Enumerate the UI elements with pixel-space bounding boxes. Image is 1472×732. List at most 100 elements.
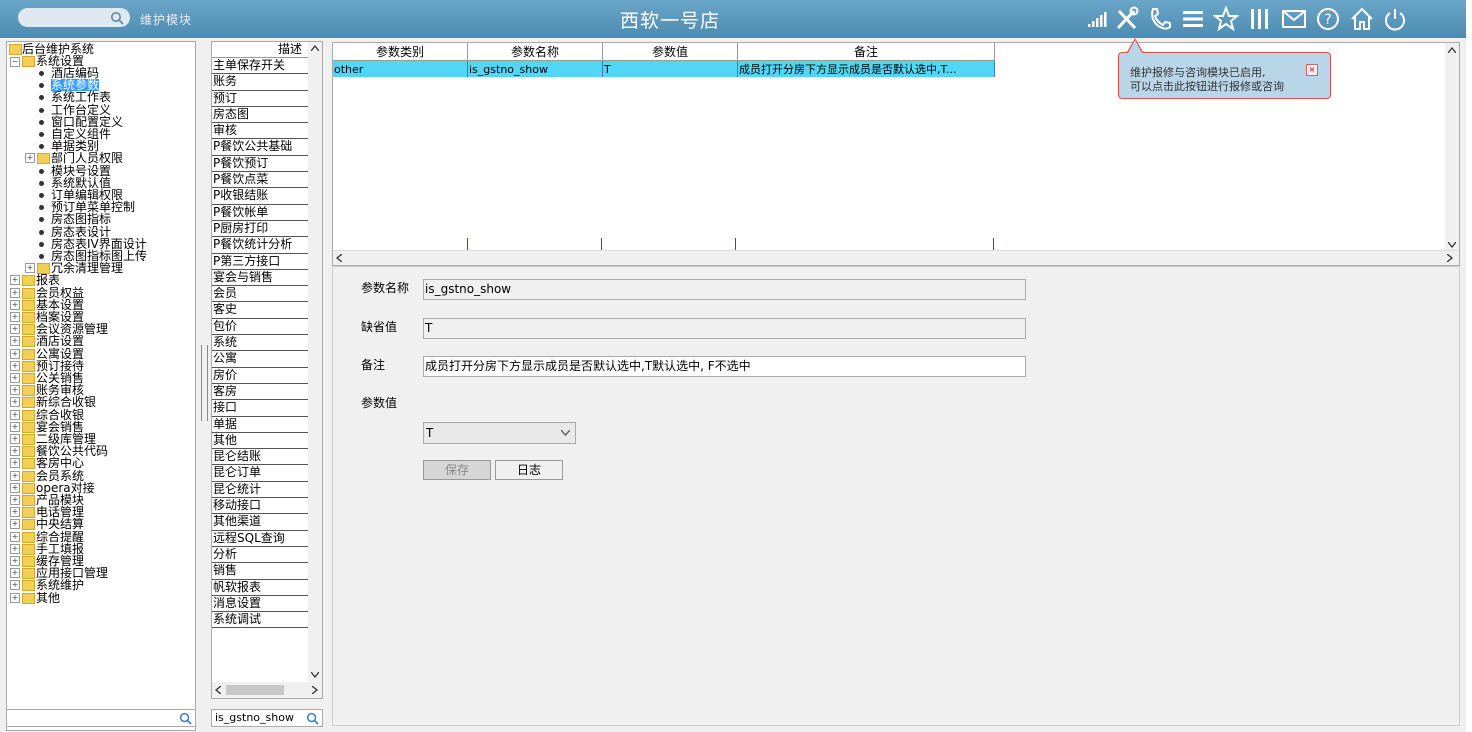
cell-value[interactable]: T [602,60,738,77]
list-item[interactable]: 移动接口 [212,498,309,515]
list-item[interactable]: 公寓 [212,351,309,368]
list-item[interactable]: P餐饮统计分析 [212,237,309,254]
list-item[interactable]: 系统 [212,335,309,352]
tree-item-top[interactable]: 会议资源管理 [36,323,108,335]
module-tree[interactable]: 后台维护系统 − 系统设置 酒店编码 系统参数 系统工作表 工作台定义 窗口配置定义 自定… [6,41,196,731]
list-item[interactable]: 房价 [212,368,309,384]
expand-icon[interactable]: + [10,580,20,591]
expand-icon[interactable]: + [10,397,20,408]
tree-item[interactable]: 房态表IV界面设计 [51,238,147,250]
desc-horizontal-scrollbar[interactable] [212,682,322,698]
list-item[interactable]: 其他渠道 [212,514,309,531]
expand-icon[interactable]: + [10,507,20,518]
expand-icon[interactable]: + [10,592,20,603]
list-item[interactable]: 系统调试 [212,612,309,629]
cell-name[interactable]: is_gstno_show [467,60,603,77]
list-item[interactable]: P餐饮点菜 [212,172,309,189]
save-button[interactable]: 保存 [423,460,491,480]
list-item[interactable]: 审核 [212,123,309,140]
tree-item-top[interactable]: 公寓设置 [36,348,84,360]
tree-item-top[interactable]: opera对接 [36,482,95,494]
list-item[interactable]: 昆仑统计 [212,482,309,499]
tree-item-top[interactable]: 综合收银 [36,409,84,421]
list-item[interactable]: P收银结账 [212,188,309,205]
tree-item-top[interactable]: 基本设置 [36,299,84,311]
tree-item-top[interactable]: 客房中心 [36,457,84,469]
tree-item-top[interactable]: 其他 [36,592,60,604]
help-icon[interactable]: ? [1315,6,1341,32]
list-item[interactable]: 包价 [212,319,309,336]
expand-icon[interactable]: + [25,153,35,164]
tree-item[interactable]: 工作台定义 [51,104,111,116]
list-item[interactable]: 其他 [212,433,309,450]
list-item[interactable]: 远程SQL查询 [212,531,309,547]
scroll-thumb[interactable] [226,685,284,695]
list-item[interactable]: 单据 [212,417,309,433]
expand-icon[interactable]: + [10,324,20,335]
list-item[interactable]: P餐饮公共基础 [212,139,309,156]
expand-icon[interactable]: + [10,458,20,469]
expand-icon[interactable]: + [10,312,20,322]
list-item[interactable]: 房态图 [212,107,309,124]
col-header-value[interactable]: 参数值 [602,43,738,61]
expand-icon[interactable]: + [25,263,35,274]
default-value-field[interactable]: T [423,318,1026,339]
list-item[interactable]: 昆仑订单 [212,465,309,482]
search-icon[interactable] [179,712,192,725]
tree-item-dept[interactable]: 部门人员权限 [51,152,123,164]
tree-item-top[interactable]: 综合提醒 [36,531,84,543]
scroll-down-icon[interactable] [311,672,319,678]
tree-item[interactable]: 窗口配置定义 [51,116,123,128]
scroll-up-icon[interactable] [311,45,319,51]
expand-icon[interactable]: + [10,556,20,566]
tree-item[interactable]: 订单编辑权限 [51,189,123,201]
list-item[interactable]: P餐饮帐单 [212,205,309,221]
tree-item[interactable]: 系统工作表 [51,91,111,103]
star-icon[interactable] [1212,5,1240,32]
list-item[interactable]: 预订 [212,91,309,107]
expand-icon[interactable]: + [10,275,20,286]
expand-icon[interactable]: + [10,495,20,505]
expand-icon[interactable]: + [10,348,20,359]
tree-item-redundant[interactable]: 冗余清理管理 [51,262,123,274]
list-item[interactable]: P餐饮预订 [212,156,309,173]
expand-icon[interactable]: + [10,336,20,347]
tree-item[interactable]: 模块号设置 [51,165,111,177]
scroll-right-icon[interactable] [1447,254,1453,262]
list-item[interactable]: P第三方接口 [212,254,309,270]
expand-icon[interactable]: + [10,568,20,579]
expand-icon[interactable]: + [10,409,20,420]
expand-icon[interactable]: + [10,385,20,396]
log-button[interactable]: 日志 [495,460,563,480]
tree-item-top[interactable]: 酒店设置 [36,335,84,347]
tree-item-top[interactable]: 会员权益 [36,287,84,299]
list-item[interactable]: 账务 [212,74,309,91]
list-item[interactable]: 客史 [212,302,309,319]
list-item[interactable]: 帆软报表 [212,580,309,596]
menu-icon[interactable] [1180,6,1206,32]
tools-icon[interactable] [1114,6,1140,32]
col-header-category[interactable]: 参数类别 [333,43,468,61]
scroll-down-icon[interactable] [1448,242,1456,248]
grid-vertical-scrollbar[interactable] [1445,43,1459,251]
expand-icon[interactable]: + [10,373,20,383]
signal-icon[interactable] [1085,6,1111,32]
tree-item-top[interactable]: 会员系统 [36,470,84,482]
columns-icon[interactable] [1247,6,1273,32]
mail-icon[interactable] [1281,6,1307,32]
expand-icon[interactable]: + [10,434,20,444]
search-icon[interactable] [306,712,319,725]
expand-icon[interactable]: + [10,446,20,457]
power-icon[interactable] [1382,6,1408,32]
list-item[interactable]: 客房 [212,384,309,401]
expand-icon[interactable]: + [10,360,20,371]
tree-item-top[interactable]: 手工填报 [36,543,84,555]
tree-item[interactable]: 房态图指标 [51,213,111,225]
collapse-icon[interactable]: − [10,57,20,67]
expand-icon[interactable]: + [10,531,20,542]
cell-category[interactable]: other [333,60,468,77]
expand-icon[interactable]: + [10,421,20,432]
panel-splitter[interactable] [201,345,208,421]
expand-icon[interactable]: + [10,299,20,310]
scroll-up-icon[interactable] [1448,47,1456,53]
